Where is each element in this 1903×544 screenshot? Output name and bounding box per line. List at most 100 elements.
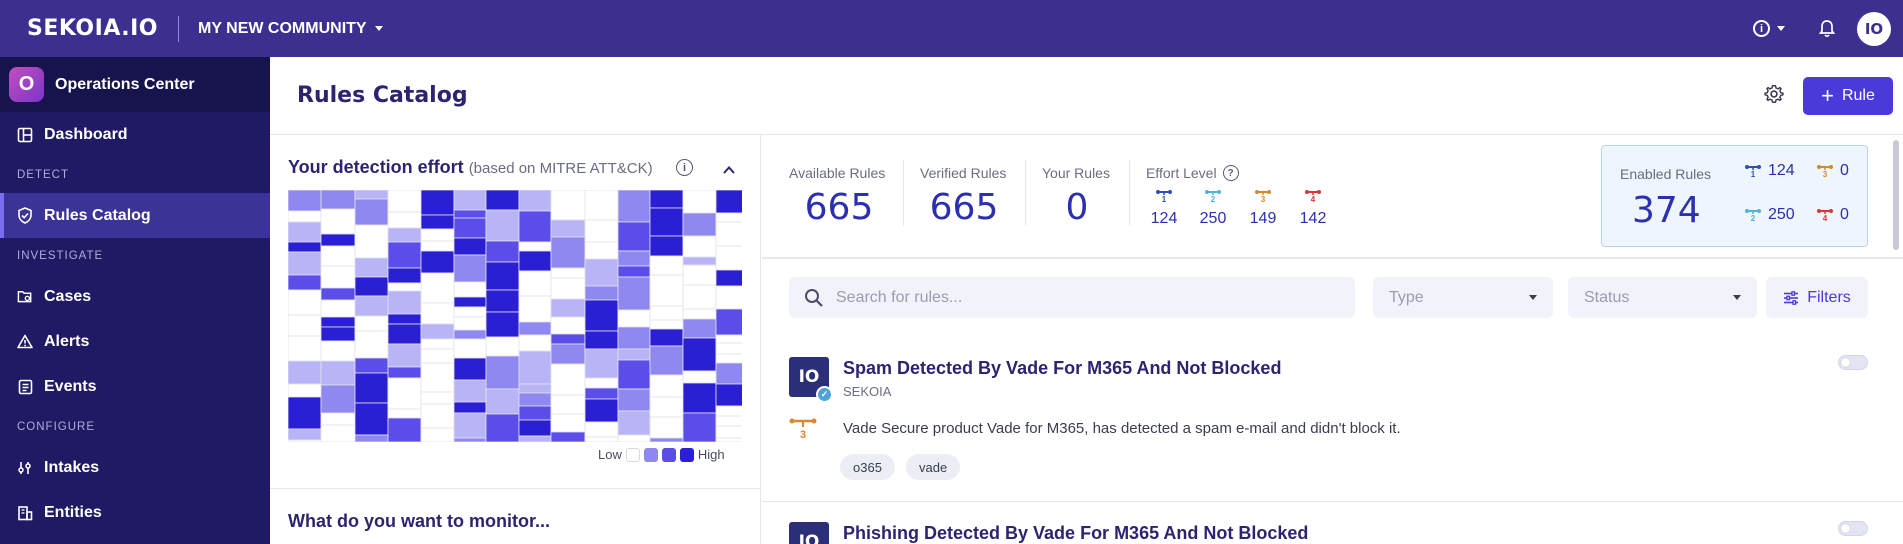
- heatmap-cell[interactable]: [485, 240, 520, 263]
- user-avatar[interactable]: IO: [1857, 11, 1891, 46]
- heatmap-cell[interactable]: [420, 250, 455, 274]
- heatmap-cell[interactable]: [320, 190, 356, 210]
- heatmap-cell[interactable]: [584, 398, 619, 423]
- effort-level-2[interactable]: 2 250: [1193, 189, 1233, 228]
- heatmap-cell[interactable]: [485, 190, 520, 211]
- heatmap-cell[interactable]: [715, 383, 742, 407]
- heatmap-cell[interactable]: [649, 374, 684, 398]
- heatmap-cell[interactable]: [715, 212, 742, 223]
- heatmap-cell[interactable]: [354, 315, 389, 332]
- heatmap-cell[interactable]: [584, 377, 619, 389]
- heatmap-cell[interactable]: [420, 427, 455, 442]
- heatmap-cell[interactable]: [320, 360, 356, 386]
- heatmap-cell[interactable]: [649, 319, 684, 330]
- heatmap-cell[interactable]: [550, 236, 586, 269]
- heatmap-cell[interactable]: [354, 330, 389, 359]
- heatmap-cell[interactable]: [453, 217, 487, 239]
- heatmap-cell[interactable]: [420, 323, 455, 340]
- heatmap-cell[interactable]: [518, 435, 552, 442]
- heatmap-cell[interactable]: [453, 190, 487, 211]
- heatmap-cell[interactable]: [617, 265, 651, 278]
- heatmap-cell[interactable]: [420, 348, 455, 364]
- heatmap-cell[interactable]: [387, 408, 422, 419]
- heatmap-cell[interactable]: [288, 314, 322, 337]
- heatmap-cell[interactable]: [320, 233, 356, 247]
- heatmap-cell[interactable]: [518, 250, 552, 272]
- heatmap-cell[interactable]: [288, 251, 322, 276]
- heatmap-cell[interactable]: [682, 370, 717, 384]
- heatmap-cell[interactable]: [617, 359, 651, 390]
- heatmap-cell[interactable]: [387, 366, 422, 379]
- heatmap-cell[interactable]: [617, 410, 651, 436]
- heatmap-cell[interactable]: [584, 330, 619, 350]
- rule-enable-toggle[interactable]: [1838, 521, 1868, 536]
- heatmap-cell[interactable]: [420, 214, 455, 230]
- sidebar-item-intakes[interactable]: Intakes: [0, 445, 270, 490]
- heatmap-cell[interactable]: [584, 241, 619, 260]
- heatmap-cell[interactable]: [453, 412, 487, 439]
- heatmap-cell[interactable]: [715, 308, 742, 336]
- heatmap-cell[interactable]: [518, 321, 552, 336]
- heatmap-cell[interactable]: [550, 413, 586, 433]
- heatmap-cell[interactable]: [453, 379, 487, 403]
- heatmap-cell[interactable]: [354, 224, 389, 259]
- heatmap-cell[interactable]: [518, 210, 552, 243]
- heatmap-cell[interactable]: [453, 237, 487, 256]
- heatmap-cell[interactable]: [617, 309, 651, 328]
- heatmap-cell[interactable]: [354, 434, 389, 442]
- heatmap-cell[interactable]: [320, 299, 356, 318]
- heatmap-cell[interactable]: [584, 258, 619, 287]
- heatmap-cell[interactable]: [387, 377, 422, 410]
- heatmap-cell[interactable]: [518, 334, 552, 352]
- heatmap-cell[interactable]: [715, 221, 742, 247]
- search-box[interactable]: [789, 277, 1355, 318]
- heatmap-cell[interactable]: [288, 210, 322, 223]
- heatmap-cell[interactable]: [354, 257, 389, 278]
- heatmap-cell[interactable]: [550, 190, 586, 221]
- heatmap-cell[interactable]: [649, 235, 684, 257]
- heatmap-cell[interactable]: [550, 277, 586, 300]
- heatmap-cell[interactable]: [715, 415, 742, 427]
- heatmap-cell[interactable]: [682, 412, 717, 442]
- heatmap-cell[interactable]: [584, 219, 619, 243]
- help-icon[interactable]: ?: [1222, 165, 1239, 181]
- heatmap-cell[interactable]: [682, 190, 717, 214]
- heatmap-cell[interactable]: [387, 241, 422, 269]
- heatmap-cell[interactable]: [387, 313, 422, 325]
- heatmap-cell[interactable]: [617, 326, 651, 350]
- sidebar-item-events[interactable]: Events: [0, 364, 270, 409]
- heatmap-cell[interactable]: [649, 207, 684, 237]
- heatmap-cell[interactable]: [320, 316, 356, 328]
- heatmap-cell[interactable]: [485, 336, 520, 357]
- heatmap-cell[interactable]: [550, 363, 586, 396]
- heatmap-cell[interactable]: [420, 272, 455, 304]
- heatmap-cell[interactable]: [320, 208, 356, 235]
- heatmap-cell[interactable]: [485, 209, 520, 242]
- sidebar-item-cases[interactable]: Cases: [0, 274, 270, 319]
- heatmap-cell[interactable]: [715, 362, 742, 385]
- heatmap-cell[interactable]: [617, 276, 651, 311]
- heatmap-cell[interactable]: [617, 250, 651, 267]
- heatmap-cell[interactable]: [550, 219, 586, 238]
- bell-icon[interactable]: [1819, 19, 1835, 38]
- effort-level-1[interactable]: 1 124: [1144, 189, 1184, 228]
- heatmap-cell[interactable]: [354, 276, 389, 297]
- scrollbar[interactable]: [1893, 140, 1899, 250]
- heatmap-cell[interactable]: [715, 353, 742, 364]
- heatmap-cell[interactable]: [715, 190, 742, 214]
- heatmap-cell[interactable]: [617, 388, 651, 412]
- heatmap-cell[interactable]: [485, 413, 520, 442]
- heatmap-cell[interactable]: [288, 360, 322, 385]
- heatmap-cell[interactable]: [682, 264, 717, 286]
- heatmap-cell[interactable]: [485, 289, 520, 313]
- heatmap-cell[interactable]: [485, 355, 520, 390]
- heatmap-cell[interactable]: [354, 198, 389, 226]
- heatmap-cell[interactable]: [715, 405, 742, 417]
- heatmap-cell[interactable]: [682, 382, 717, 414]
- heatmap-cell[interactable]: [518, 350, 552, 385]
- rule-name[interactable]: Spam Detected By Vade For M365 And Not B…: [843, 358, 1281, 379]
- heatmap-cell[interactable]: [682, 284, 717, 310]
- heatmap-cell[interactable]: [550, 394, 586, 415]
- heatmap-cell[interactable]: [649, 190, 684, 209]
- heatmap-cell[interactable]: [320, 245, 356, 267]
